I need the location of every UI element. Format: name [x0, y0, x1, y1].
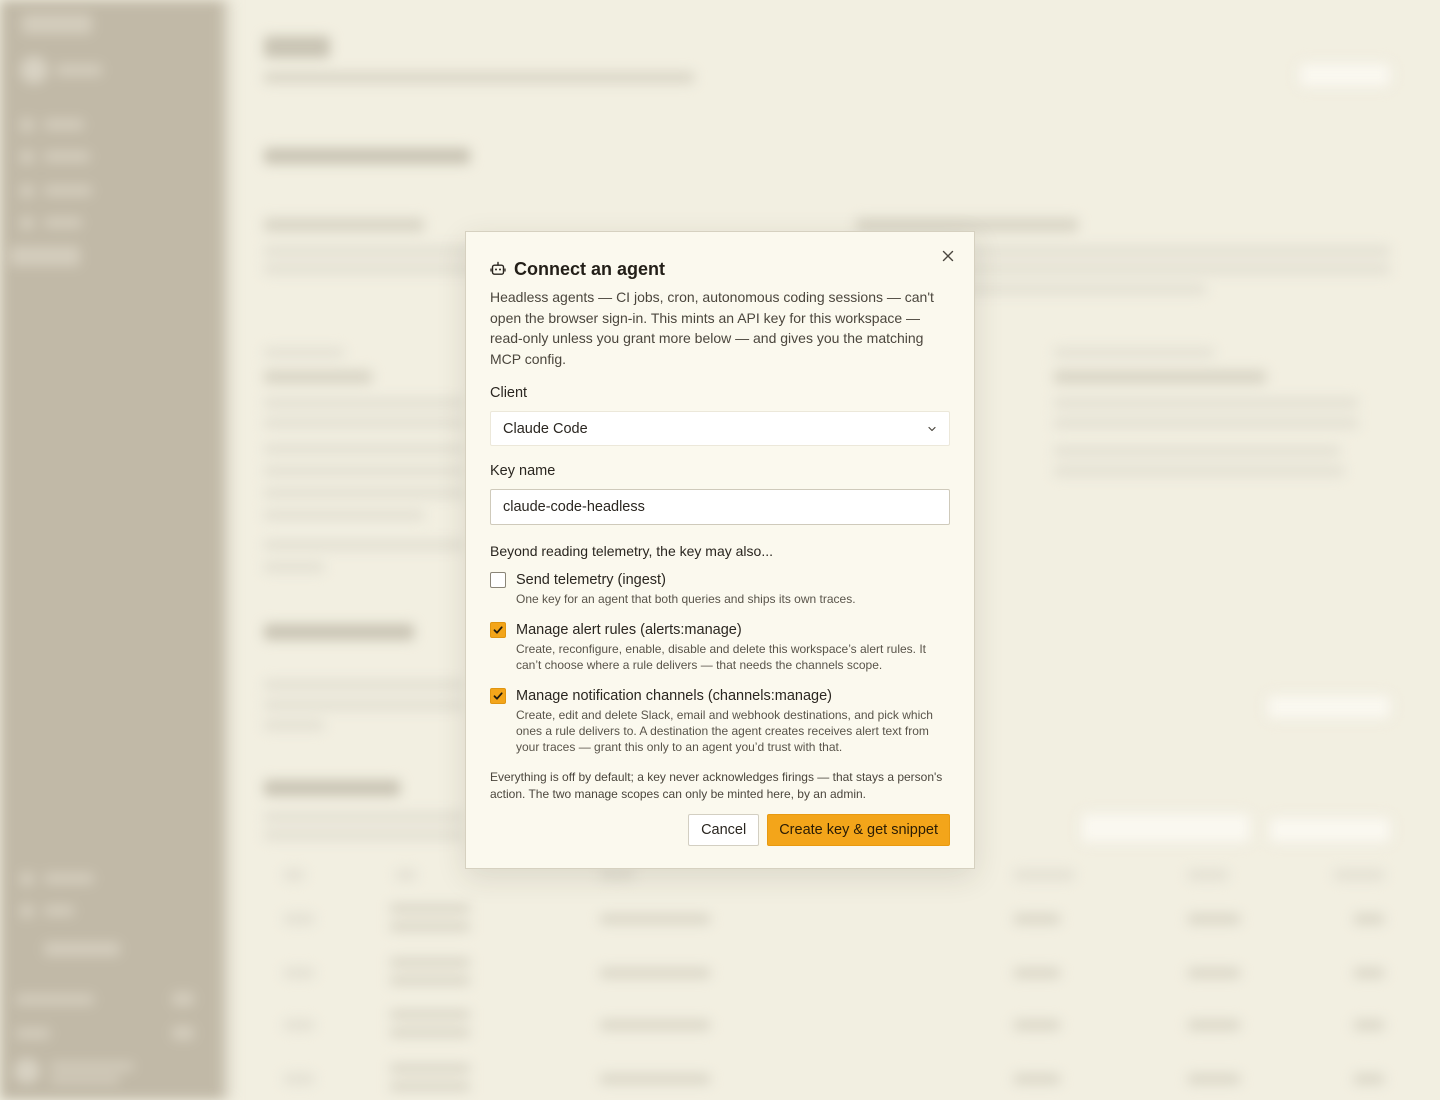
dialog-description: Headless agents — CI jobs, cron, autonom… [490, 289, 934, 367]
client-label: Client [490, 385, 528, 401]
sidebar [0, 0, 222, 1100]
close-icon [942, 250, 954, 262]
channels-manage-checkbox[interactable] [490, 688, 506, 704]
client-select[interactable]: Claude Code [490, 411, 950, 446]
scope-description: Create, reconfigure, enable, disable and… [516, 642, 927, 672]
ingest-checkbox[interactable] [490, 572, 506, 588]
client-select-value: Claude Code [503, 420, 588, 437]
footer-note: Everything is off by default; a key neve… [490, 770, 943, 801]
scope-title: Manage alert rules (alerts:manage) [516, 622, 742, 638]
check-icon [492, 690, 504, 702]
scope-ingest: Send telemetry (ingest) One key for an a… [490, 571, 950, 607]
dialog-title: Connect an agent [514, 258, 666, 279]
scope-description: Create, edit and delete Slack, email and… [516, 708, 933, 754]
dialog-actions: Cancel Create key & get snippet [688, 814, 950, 846]
alerts-manage-checkbox[interactable] [490, 622, 506, 638]
scope-alerts-manage: Manage alert rules (alerts:manage) Creat… [490, 621, 950, 673]
scope-description: One key for an agent that both queries a… [516, 592, 856, 606]
scopes-intro: Beyond reading telemetry, the key may al… [490, 543, 773, 559]
dialog-header: Connect an agent [490, 257, 950, 281]
cancel-button[interactable]: Cancel [688, 814, 760, 846]
create-key-button[interactable]: Create key & get snippet [767, 814, 950, 846]
scope-channels-manage: Manage notification channels (channels:m… [490, 687, 950, 755]
scope-title: Send telemetry (ingest) [516, 572, 666, 588]
scope-title: Manage notification channels (channels:m… [516, 688, 832, 704]
connect-agent-dialog: Connect an agent Headless agents — CI jo… [465, 231, 975, 869]
key-name-input[interactable] [490, 489, 950, 525]
key-name-label: Key name [490, 463, 556, 479]
robot-icon [490, 261, 506, 277]
check-icon [492, 624, 504, 636]
close-button[interactable] [938, 246, 958, 266]
chevron-down-icon [927, 424, 937, 434]
